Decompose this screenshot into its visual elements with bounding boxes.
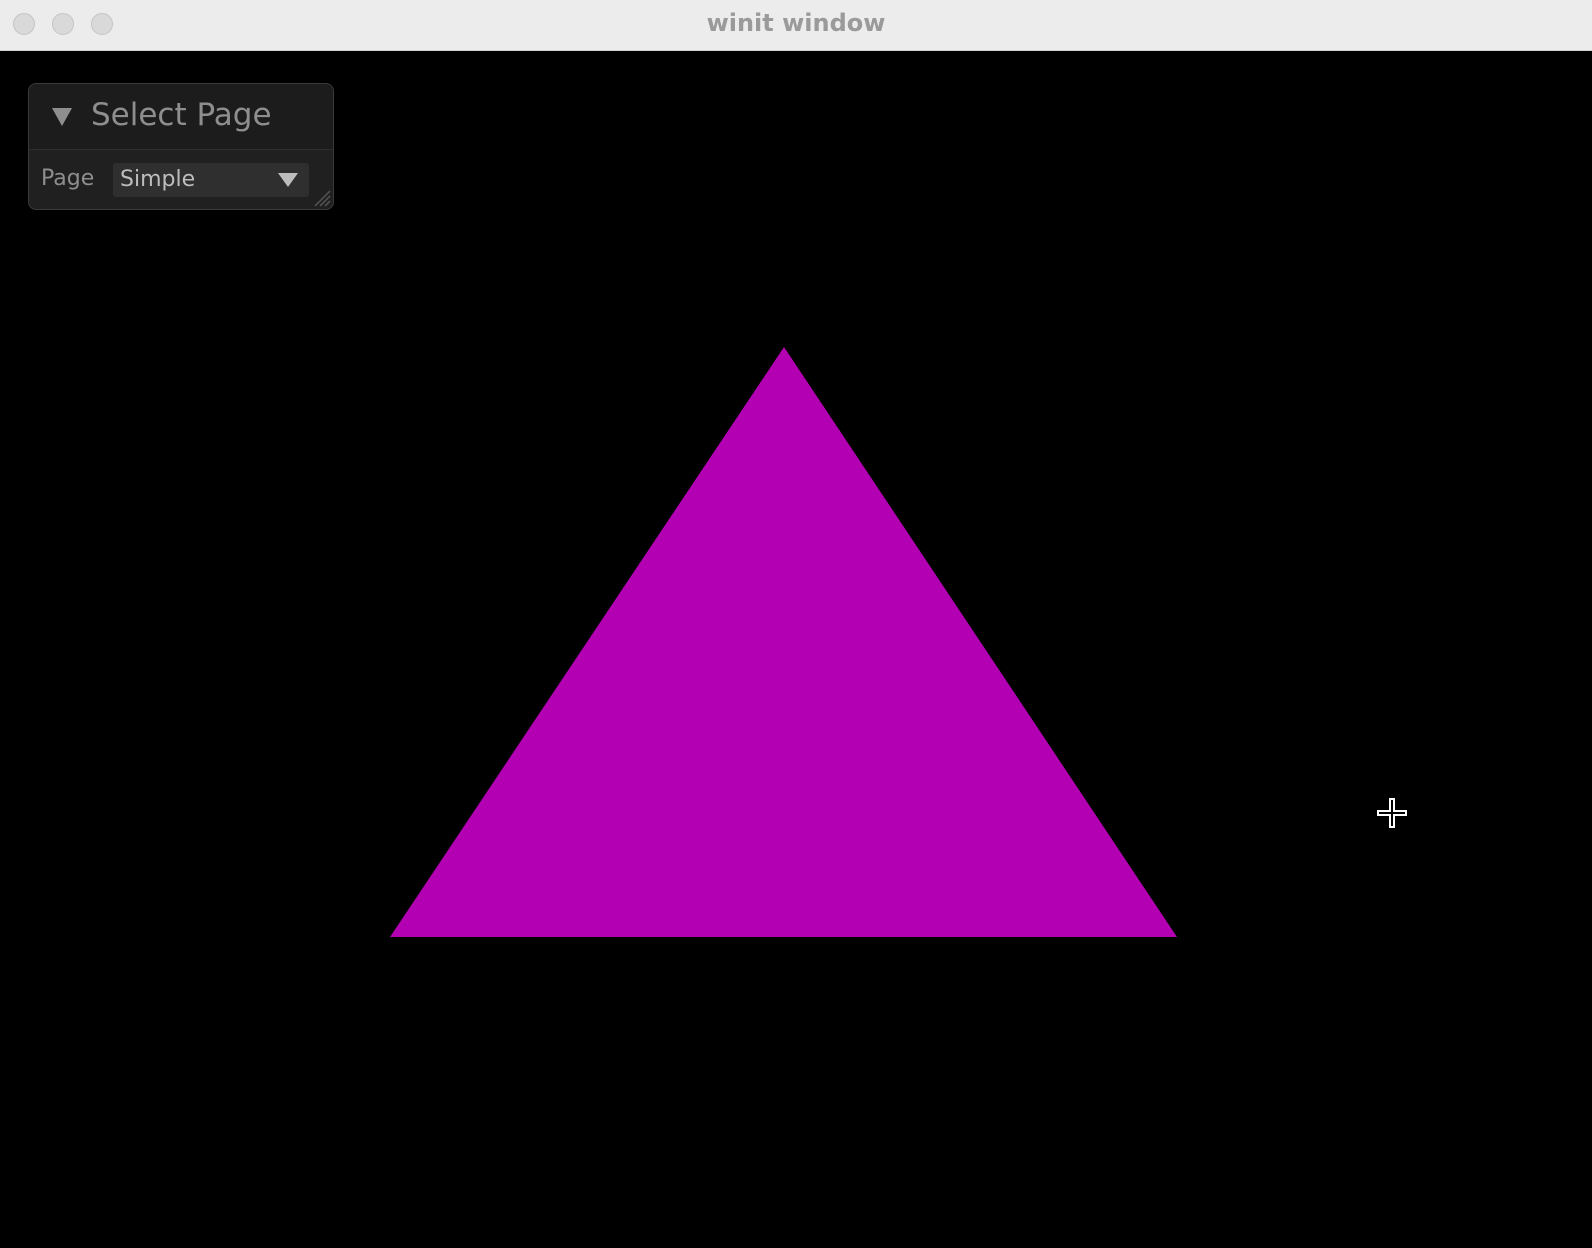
page-label: Page [41, 166, 95, 191]
resize-grip-icon[interactable] [311, 187, 331, 207]
chevron-down-icon[interactable] [277, 172, 299, 188]
render-surface [390, 347, 1177, 937]
page-select-value: Simple [120, 167, 196, 192]
app-window: winit window Select Page Page Simple [0, 0, 1592, 1248]
select-page-panel[interactable]: Select Page Page Simple [28, 83, 334, 210]
crosshair-cursor-icon [1377, 798, 1407, 828]
title-bar[interactable]: winit window [0, 0, 1592, 51]
triangle-down-icon[interactable] [51, 106, 73, 128]
render-canvas[interactable] [0, 51, 1592, 1248]
page-select[interactable]: Simple [113, 163, 309, 197]
panel-title: Select Page [91, 97, 272, 133]
panel-header[interactable]: Select Page [29, 84, 333, 150]
window-title: winit window [706, 9, 886, 37]
magenta-triangle [390, 347, 1177, 937]
